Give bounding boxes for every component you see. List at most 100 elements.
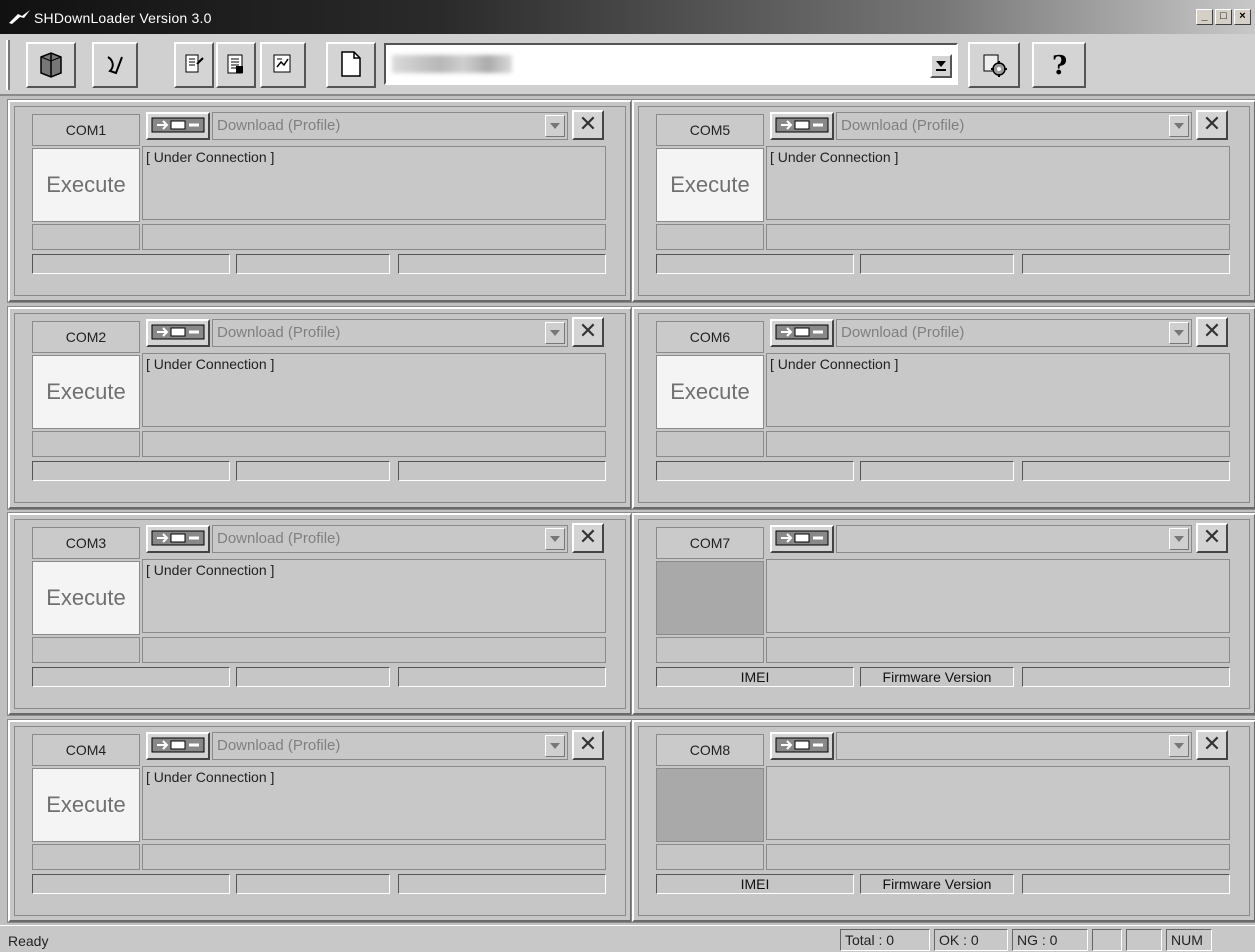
open-book-button[interactable]: [26, 42, 76, 88]
mode-select-value: Download (Profile): [841, 117, 965, 134]
mode-dropdown-arrow[interactable]: [545, 115, 565, 137]
close-port-button[interactable]: ✕: [1196, 110, 1228, 140]
mode-select[interactable]: Download (Profile): [836, 112, 1192, 140]
progress-label-cell: [32, 637, 140, 663]
connect-button[interactable]: [92, 42, 138, 88]
firmware-version-field: [236, 874, 390, 894]
mode-select[interactable]: Download (Profile): [212, 319, 568, 347]
execute-button[interactable]: Execute: [32, 148, 140, 222]
firmware-version-field: Firmware Version: [860, 667, 1014, 687]
firmware-version-field: [236, 667, 390, 687]
execute-button[interactable]: Execute: [32, 561, 140, 635]
connect-plug-button[interactable]: [770, 732, 834, 760]
port-panel: COM3 Download (Profile) ✕ Execute [Unde…: [7, 512, 633, 716]
chevron-down-icon: [550, 536, 560, 542]
close-port-button[interactable]: ✕: [1196, 730, 1228, 760]
info-field-extra: [1022, 461, 1230, 481]
com-port-label: COM6: [656, 321, 764, 353]
status-bar: Ready Total : 0 OK : 0 NG : 0 NUM: [0, 925, 1255, 952]
checklist-button[interactable]: [216, 42, 256, 88]
connect-plug-button[interactable]: [146, 732, 210, 760]
toolbar-grip[interactable]: [6, 40, 10, 90]
new-file-button[interactable]: [326, 42, 376, 88]
info-field-extra: [398, 254, 606, 274]
execute-button[interactable]: [656, 768, 764, 842]
close-icon: ✕: [578, 731, 598, 756]
connection-status: [ Under Connection ]: [142, 353, 606, 427]
mode-select-value: Download (Profile): [841, 324, 965, 341]
firmware-version-field: [860, 254, 1014, 274]
progress-bar: [142, 844, 606, 870]
profile-select[interactable]: [384, 43, 958, 85]
progress-bar: [766, 431, 1230, 457]
close-icon: ✕: [578, 111, 598, 136]
port-panel: COM7 ✕ IMEI Firmware Version: [631, 512, 1255, 716]
firmware-version-field: [236, 461, 390, 481]
mode-select[interactable]: [836, 525, 1192, 553]
chevron-down-icon: [1174, 536, 1184, 542]
execute-button[interactable]: Execute: [32, 355, 140, 429]
mode-select[interactable]: Download (Profile): [212, 732, 568, 760]
execute-button[interactable]: [656, 561, 764, 635]
close-port-button[interactable]: ✕: [1196, 317, 1228, 347]
status-num: NUM: [1166, 929, 1212, 951]
execute-button[interactable]: Execute: [656, 148, 764, 222]
help-icon: ?: [1044, 49, 1074, 82]
mode-dropdown-arrow[interactable]: [545, 528, 565, 550]
document-edit-button[interactable]: [174, 42, 214, 88]
info-field-extra: [398, 461, 606, 481]
imei-field: [656, 461, 854, 481]
execute-button[interactable]: Execute: [32, 768, 140, 842]
close-port-button[interactable]: ✕: [572, 730, 604, 760]
status-ok: OK : 0: [934, 929, 1008, 951]
minimize-button[interactable]: _: [1196, 9, 1213, 25]
mode-dropdown-arrow[interactable]: [1169, 528, 1189, 550]
connect-plug-button[interactable]: [770, 525, 834, 553]
com-port-label: COM5: [656, 114, 764, 146]
plug-icon: [151, 735, 205, 758]
close-icon: ✕: [1202, 524, 1222, 549]
port-panel: COM4 Download (Profile) ✕ Execute [Unde…: [7, 719, 633, 923]
close-port-button[interactable]: ✕: [1196, 523, 1228, 553]
export-button[interactable]: [260, 42, 306, 88]
connect-plug-button[interactable]: [770, 112, 834, 140]
connection-status: [ Under Connection ]: [142, 146, 606, 220]
imei-field: [656, 254, 854, 274]
port-panel: COM1 Download (Profile) ✕ Execute [Unde…: [7, 99, 633, 303]
info-field-extra: [398, 874, 606, 894]
profile-dropdown-arrow[interactable]: [930, 54, 952, 78]
close-port-button[interactable]: ✕: [572, 110, 604, 140]
mode-dropdown-arrow[interactable]: [1169, 735, 1189, 757]
progress-label-cell: [656, 431, 764, 457]
execute-button[interactable]: Execute: [656, 355, 764, 429]
app-icon: [8, 8, 32, 29]
port-panel: COM6 Download (Profile) ✕ Execute [Unde…: [631, 306, 1255, 510]
info-field-extra: [398, 667, 606, 687]
mode-dropdown-arrow[interactable]: [1169, 115, 1189, 137]
close-port-button[interactable]: ✕: [572, 523, 604, 553]
close-window-button[interactable]: ×: [1234, 9, 1251, 25]
maximize-button[interactable]: □: [1215, 9, 1232, 25]
mode-dropdown-arrow[interactable]: [545, 322, 565, 344]
connect-plug-button[interactable]: [146, 525, 210, 553]
mode-dropdown-arrow[interactable]: [1169, 322, 1189, 344]
settings-button[interactable]: [968, 42, 1020, 88]
connect-plug-button[interactable]: [146, 319, 210, 347]
chevron-down-icon: [550, 123, 560, 129]
help-button[interactable]: ?: [1032, 42, 1086, 88]
mode-select[interactable]: Download (Profile): [212, 525, 568, 553]
mode-select[interactable]: Download (Profile): [836, 319, 1192, 347]
chevron-down-icon: [1174, 123, 1184, 129]
mode-select[interactable]: Download (Profile): [212, 112, 568, 140]
com-port-label: COM3: [32, 527, 140, 559]
plug-icon: [775, 528, 829, 551]
com-port-label: COM4: [32, 734, 140, 766]
mode-select[interactable]: [836, 732, 1192, 760]
connect-plug-button[interactable]: [146, 112, 210, 140]
close-port-button[interactable]: ✕: [572, 317, 604, 347]
imei-field: IMEI: [656, 667, 854, 687]
firmware-version-field: Firmware Version: [860, 874, 1014, 894]
new-file-icon: [338, 49, 364, 82]
mode-dropdown-arrow[interactable]: [545, 735, 565, 757]
connect-plug-button[interactable]: [770, 319, 834, 347]
